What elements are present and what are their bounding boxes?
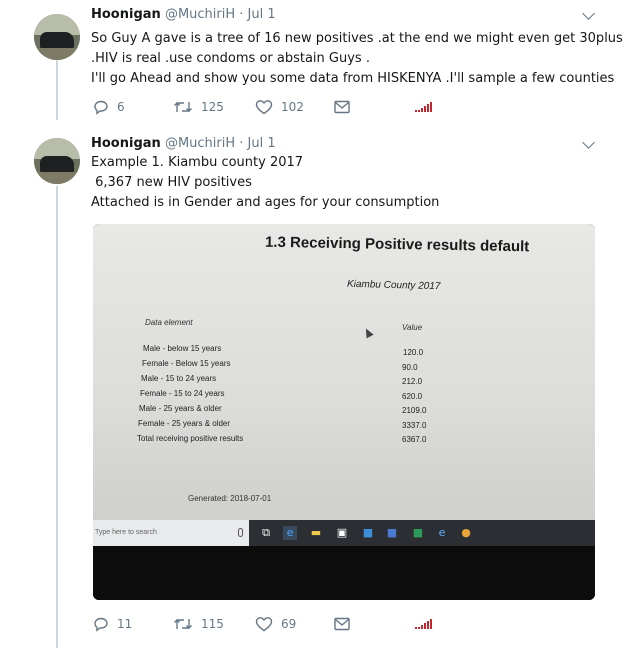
tweet-text-line: .HIV is real .use condoms or abstain Guy… <box>91 51 370 66</box>
tweet-actions: 6 125 102 <box>91 97 451 117</box>
like-button[interactable]: 102 <box>255 97 304 117</box>
retweet-icon <box>174 619 192 629</box>
analytics-icon <box>415 102 432 112</box>
heart-icon <box>255 617 273 632</box>
reply-button[interactable]: 6 <box>93 97 125 117</box>
photo-report-subtitle: Kiambu County 2017 <box>346 278 441 293</box>
photo-taskbar: Type here to search ⧉ e ▬ ▣ ■ ■ ■ e ● <box>93 520 595 546</box>
photo-row-value: 90.0 <box>402 363 418 372</box>
microphone-icon <box>238 528 243 537</box>
photo-row-value: 212.0 <box>402 377 423 386</box>
photo-monitor-bezel <box>93 546 595 600</box>
photo-row-value: 3337.0 <box>402 421 427 430</box>
tweet-text-line: Example 1. Kiambu county 2017 <box>91 155 304 170</box>
retweet-icon <box>174 102 192 112</box>
ie-icon: e <box>438 526 446 539</box>
tweet-header: Hoonigan @MuchiriH · Jul 1 <box>91 135 607 153</box>
like-count: 102 <box>281 100 304 114</box>
excel-icon: ■ <box>412 526 424 539</box>
retweet-count: 115 <box>201 617 224 631</box>
photo-taskbar-search: Type here to search <box>93 520 249 546</box>
store-icon: ▣ <box>336 526 348 539</box>
tweet-text-line: Attached is in Gender and ages for your … <box>91 195 440 210</box>
task-view-icon: ⧉ <box>262 526 270 539</box>
envelope-icon <box>334 100 350 114</box>
tweet-text-line: I'll go Ahead and show you some data fro… <box>91 71 615 86</box>
like-button[interactable]: 69 <box>255 614 296 634</box>
tweet-text-line: 6,367 new HIV positives <box>91 175 252 190</box>
photo-generated-date: Generated: 2018-07-01 <box>188 494 272 503</box>
reply-button[interactable]: 11 <box>93 614 132 634</box>
analytics-icon <box>415 619 432 629</box>
avatar[interactable] <box>34 14 80 60</box>
photo-row-value: 2109.0 <box>402 406 427 415</box>
photo-row-label: Female - 15 to 24 years <box>140 389 225 398</box>
outlook-icon: ■ <box>362 526 374 539</box>
photo-row-label: Female - 25 years & older <box>138 419 231 428</box>
message-button[interactable] <box>333 97 351 117</box>
tweet-text-line: So Guy A gave is a tree of 16 new positi… <box>91 31 623 46</box>
retweet-count: 125 <box>201 100 224 114</box>
tweet[interactable]: Hoonigan @MuchiriH · Jul 1 Example 1. Ki… <box>91 135 607 213</box>
timestamp[interactable]: · Jul 1 <box>239 136 275 151</box>
edge-icon: e <box>283 526 297 540</box>
handle[interactable]: @MuchiriH <box>165 136 235 151</box>
photo-row-label: Total receiving positive results <box>137 434 244 443</box>
reply-icon <box>94 100 108 115</box>
photo-row-label: Male - 25 years & older <box>139 404 222 413</box>
tweet-header: Hoonigan @MuchiriH · Jul 1 <box>91 6 607 24</box>
reply-icon <box>94 617 108 632</box>
photo-row-value: 120.0 <box>403 348 424 357</box>
message-button[interactable] <box>333 614 351 634</box>
like-count: 69 <box>281 617 297 631</box>
photo-column-header: Value <box>402 323 423 332</box>
tweet-actions: 11 115 69 <box>91 614 451 634</box>
avatar[interactable] <box>34 138 80 184</box>
retweet-button[interactable]: 115 <box>173 614 224 634</box>
photo-report-title: 1.3 Receiving Positive results default <box>264 233 530 256</box>
analytics-button[interactable] <box>415 614 432 634</box>
envelope-icon <box>334 617 350 631</box>
retweet-button[interactable]: 125 <box>173 97 224 117</box>
timestamp[interactable]: · Jul 1 <box>239 7 275 22</box>
thread-line <box>56 186 58 648</box>
chrome-icon: ● <box>461 526 471 539</box>
tweet[interactable]: Hoonigan @MuchiriH · Jul 1 So Guy A gave… <box>91 6 623 89</box>
photo-column-header: Data element <box>145 318 193 327</box>
photo-monitor-screen: 1.3 Receiving Positive results default K… <box>93 224 595 520</box>
photo-row-label: Male - below 15 years <box>143 344 222 353</box>
reply-count: 6 <box>117 100 125 114</box>
handle[interactable]: @MuchiriH <box>165 7 235 22</box>
analytics-button[interactable] <box>415 97 432 117</box>
thread-line <box>56 60 58 120</box>
mouse-cursor-icon <box>362 326 374 339</box>
photo-row-value: 620.0 <box>402 392 423 401</box>
reply-count: 11 <box>117 617 133 631</box>
word-icon: ■ <box>386 526 398 539</box>
photo-row-label: Female - Below 15 years <box>142 359 231 368</box>
display-name[interactable]: Hoonigan <box>91 7 161 22</box>
photo-row-value: 6367.0 <box>402 435 427 444</box>
photo-row-label: Male - 15 to 24 years <box>141 374 217 383</box>
heart-icon <box>255 100 273 115</box>
folder-icon: ▬ <box>310 526 322 539</box>
attached-photo[interactable]: 1.3 Receiving Positive results default K… <box>93 224 595 600</box>
display-name[interactable]: Hoonigan <box>91 136 161 151</box>
